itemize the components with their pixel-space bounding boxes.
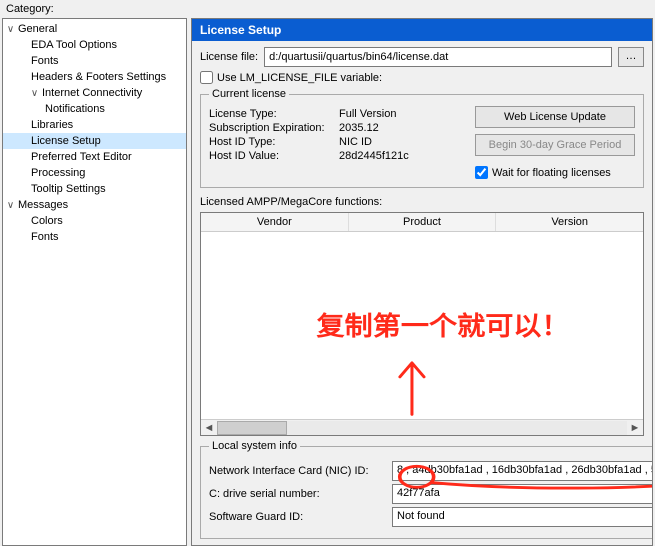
tree-item-general[interactable]: ∨General <box>3 21 186 37</box>
tree-item-messages-fonts[interactable]: Fonts <box>3 229 186 245</box>
c-drive-serial-value[interactable]: 42f77afa <box>392 484 652 504</box>
tree-item-notifications[interactable]: Notifications <box>3 101 186 117</box>
tree-item-license-setup[interactable]: License Setup <box>3 133 186 149</box>
tree-item-headers-footers[interactable]: Headers & Footers Settings <box>3 69 186 85</box>
web-license-update-button[interactable]: Web License Update <box>475 106 635 128</box>
scroll-right-icon[interactable]: ► <box>627 422 643 434</box>
column-vendor[interactable]: Vendor <box>201 213 349 231</box>
subscription-expiration-value: 2035.12 <box>339 122 379 134</box>
host-id-value-value: 28d2445f121c <box>339 150 409 162</box>
license-file-input[interactable] <box>264 47 612 67</box>
nic-id-label: Network Interface Card (NIC) ID: <box>209 465 384 477</box>
tree-item-fonts[interactable]: Fonts <box>3 53 186 69</box>
handwritten-annotation: 复制第一个就可以！ <box>201 232 643 419</box>
column-version[interactable]: Version <box>496 213 643 231</box>
tree-item-processing[interactable]: Processing <box>3 165 186 181</box>
chevron-down-icon: ∨ <box>5 24 16 35</box>
tree-item-colors[interactable]: Colors <box>3 213 186 229</box>
chevron-down-icon: ∨ <box>29 88 40 99</box>
tree-item-libraries[interactable]: Libraries <box>3 117 186 133</box>
horizontal-scrollbar[interactable]: ◄ ► <box>201 419 643 435</box>
host-id-type-value: NIC ID <box>339 136 372 148</box>
host-id-value-label: Host ID Value: <box>209 150 339 162</box>
tree-item-eda[interactable]: EDA Tool Options <box>3 37 186 53</box>
category-label: Category: <box>0 0 655 18</box>
tree-item-tooltip-settings[interactable]: Tooltip Settings <box>3 181 186 197</box>
wait-floating-label: Wait for floating licenses <box>492 167 611 179</box>
local-system-info-legend: Local system info <box>209 440 300 452</box>
tree-item-messages[interactable]: ∨Messages <box>3 197 186 213</box>
tree-item-preferred-text-editor[interactable]: Preferred Text Editor <box>3 149 186 165</box>
functions-table[interactable]: Vendor Product Version 复制第一个就可以！ <box>200 212 644 436</box>
c-drive-serial-label: C: drive serial number: <box>209 488 384 500</box>
wait-floating-checkbox[interactable]: Wait for floating licenses <box>475 166 635 179</box>
browse-button[interactable]: … <box>618 47 644 67</box>
license-type-value: Full Version <box>339 108 396 120</box>
scroll-left-icon[interactable]: ◄ <box>201 422 217 434</box>
use-lm-label: Use LM_LICENSE_FILE variable: <box>217 72 382 84</box>
svg-text:复制第一个就可以！: 复制第一个就可以！ <box>317 311 570 341</box>
wait-floating-checkbox-input[interactable] <box>475 166 488 179</box>
category-tree[interactable]: ∨General EDA Tool Options Fonts Headers … <box>2 18 187 546</box>
tree-item-internet[interactable]: ∨Internet Connectivity <box>3 85 186 101</box>
use-lm-checkbox-input[interactable] <box>200 71 213 84</box>
chevron-down-icon: ∨ <box>5 200 16 211</box>
panel-title: License Setup <box>192 19 652 41</box>
nic-id-value[interactable]: 8 , a4db30bfa1ad , 16db30bfa1ad , 26db30… <box>392 461 652 481</box>
license-file-label: License file: <box>200 51 258 63</box>
functions-label: Licensed AMPP/MegaCore functions: <box>200 196 644 208</box>
current-license-legend: Current license <box>209 88 289 100</box>
scroll-thumb[interactable] <box>217 421 287 435</box>
software-guard-id-label: Software Guard ID: <box>209 511 384 523</box>
begin-grace-period-button[interactable]: Begin 30-day Grace Period <box>475 134 635 156</box>
use-lm-checkbox[interactable]: Use LM_LICENSE_FILE variable: <box>200 71 644 84</box>
host-id-type-label: Host ID Type: <box>209 136 339 148</box>
column-product[interactable]: Product <box>349 213 497 231</box>
software-guard-id-value[interactable]: Not found <box>392 507 652 527</box>
license-type-label: License Type: <box>209 108 339 120</box>
subscription-expiration-label: Subscription Expiration: <box>209 122 339 134</box>
